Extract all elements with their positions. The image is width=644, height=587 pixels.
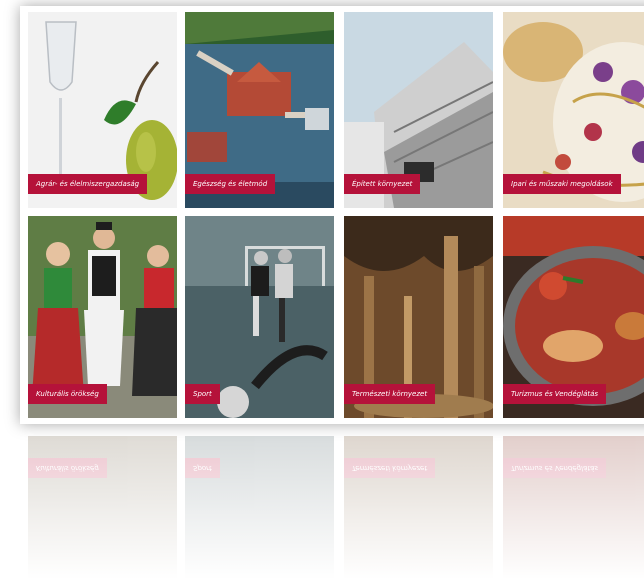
tile-health[interactable]: Egészség és életmód <box>185 12 334 208</box>
category-grid: Agrár- és élelmiszergazdaság Egészség és… <box>28 12 644 418</box>
tile-natural-environment[interactable]: Természeti környezet <box>344 216 493 418</box>
tile-cultural-heritage[interactable]: Kulturális örökség <box>28 216 177 418</box>
tile-label: Turizmus és Vendéglátás <box>503 384 607 404</box>
tile-label: Sport <box>185 384 220 404</box>
tile-label: Egészség és életmód <box>185 174 276 194</box>
tile-built-environment[interactable]: Épített környezet <box>344 12 493 208</box>
category-gallery: Agrár- és élelmiszergazdaság Egészség és… <box>20 6 644 424</box>
tile-tourism[interactable]: Turizmus és Vendéglátás <box>503 216 644 418</box>
tile-sport[interactable]: Sport <box>185 216 334 418</box>
tile-label: Épített környezet <box>344 174 421 194</box>
tile-label: Természeti környezet <box>344 384 436 404</box>
gallery-reflection: Kulturális örökség Sport Természeti körn… <box>28 436 644 587</box>
tile-industrial[interactable]: Ipari és műszaki megoldások <box>503 12 644 208</box>
reflection-fade <box>28 436 644 587</box>
tile-label: Agrár- és élelmiszergazdaság <box>28 174 148 194</box>
tile-label: Ipari és műszaki megoldások <box>503 174 621 194</box>
tile-label: Kulturális örökség <box>28 384 107 404</box>
tile-agriculture[interactable]: Agrár- és élelmiszergazdaság <box>28 12 177 208</box>
